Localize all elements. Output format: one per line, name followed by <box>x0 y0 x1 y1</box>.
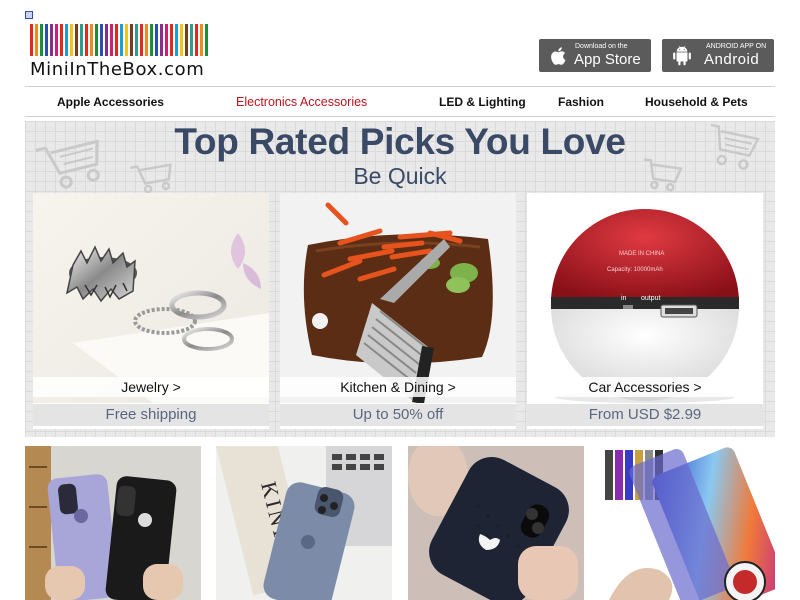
logo-color-bar <box>70 24 73 56</box>
card-title: Jewelry > <box>33 377 269 397</box>
logo-color-bar <box>150 24 153 56</box>
logo-color-bar <box>190 24 193 56</box>
android-icon <box>673 45 691 66</box>
product-image-lavender-iphone-cases[interactable] <box>25 446 201 600</box>
logo-color-bar <box>175 24 178 56</box>
product-text: MADE IN CHINA <box>619 251 664 257</box>
logo-color-bar <box>50 24 53 56</box>
product-text: in <box>621 295 627 302</box>
product-text: output <box>641 295 661 302</box>
logo-color-bar <box>95 24 98 56</box>
logo-color-bar <box>195 24 198 56</box>
card-title: Car Accessories > <box>527 377 763 397</box>
logo-color-bar <box>75 24 78 56</box>
product-image-mirror-flip-phone-case[interactable] <box>599 446 775 600</box>
logo-color-bar <box>40 24 43 56</box>
logo-color-bar <box>130 24 133 56</box>
nav-household-pets[interactable]: Household & Pets <box>645 95 748 109</box>
app-store-button[interactable]: Download on the App Store <box>539 39 651 72</box>
corner-marker <box>25 11 33 19</box>
nav-led-lighting[interactable]: LED & Lighting <box>439 95 526 109</box>
category-nav: Apple Accessories Electronics Accessorie… <box>25 86 775 117</box>
logo-color-bar <box>35 24 38 56</box>
jewelry-image <box>33 193 269 403</box>
logo-color-bar <box>165 24 168 56</box>
logo-color-bar <box>200 24 203 56</box>
logo-color-bar <box>155 24 158 56</box>
logo-color-bar <box>170 24 173 56</box>
banner-headline: Top Rated Picks You Love <box>174 121 626 162</box>
logo-bars <box>30 24 214 56</box>
logo-color-bar <box>110 24 113 56</box>
logo-color-bar <box>55 24 58 56</box>
product-image-grey-iphone-case[interactable]: KINFOLK <box>216 446 392 600</box>
logo-color-bar <box>120 24 123 56</box>
android-big-text: Android <box>704 51 760 68</box>
nav-fashion[interactable]: Fashion <box>558 95 604 109</box>
logo-color-bar <box>135 24 138 56</box>
card-promo: Free shipping <box>33 404 269 426</box>
logo-color-bar <box>100 24 103 56</box>
logo-color-bar <box>160 24 163 56</box>
logo-color-bar <box>185 24 188 56</box>
logo-color-bar <box>80 24 83 56</box>
product-image-black-mesh-iphone-case[interactable] <box>408 446 584 600</box>
logo-color-bar <box>30 24 33 56</box>
logo-color-bar <box>125 24 128 56</box>
android-small-text: ANDROID APP ON <box>706 43 767 50</box>
product-text: Capacity: 10000mAh <box>607 267 663 273</box>
logo-color-bar <box>115 24 118 56</box>
site-logo[interactable]: MiniInTheBox.com <box>30 24 214 84</box>
logo-color-bar <box>205 24 208 56</box>
logo-color-bar <box>180 24 183 56</box>
power-bank-image: MADE IN CHINA Capacity: 10000mAh in outp… <box>527 193 763 403</box>
logo-color-bar <box>90 24 93 56</box>
kitchen-image <box>280 193 516 403</box>
category-card-kitchen[interactable]: Kitchen & Dining > Up to 50% off <box>280 193 516 429</box>
card-promo: From USD $2.99 <box>527 404 763 426</box>
nav-apple-accessories[interactable]: Apple Accessories <box>57 95 164 109</box>
category-card-car-accessories[interactable]: MADE IN CHINA Capacity: 10000mAh in outp… <box>527 193 763 429</box>
nav-electronics-accessories[interactable]: Electronics Accessories <box>236 95 367 109</box>
banner-subheadline: Be Quick <box>353 163 447 189</box>
logo-color-bar <box>140 24 143 56</box>
apple-icon <box>551 47 566 65</box>
logo-color-bar <box>145 24 148 56</box>
category-card-jewelry[interactable]: Jewelry > Free shipping <box>33 193 269 429</box>
app-store-big-text: App Store <box>574 51 641 68</box>
android-app-button[interactable]: ANDROID APP ON Android <box>662 39 774 72</box>
logo-text: MiniInTheBox.com <box>30 59 205 80</box>
logo-color-bar <box>65 24 68 56</box>
app-store-small-text: Download on the <box>575 43 628 50</box>
logo-color-bar <box>45 24 48 56</box>
logo-color-bar <box>85 24 88 56</box>
logo-color-bar <box>60 24 63 56</box>
card-promo: Up to 50% off <box>280 404 516 426</box>
logo-color-bar <box>105 24 108 56</box>
card-title: Kitchen & Dining > <box>280 377 516 397</box>
